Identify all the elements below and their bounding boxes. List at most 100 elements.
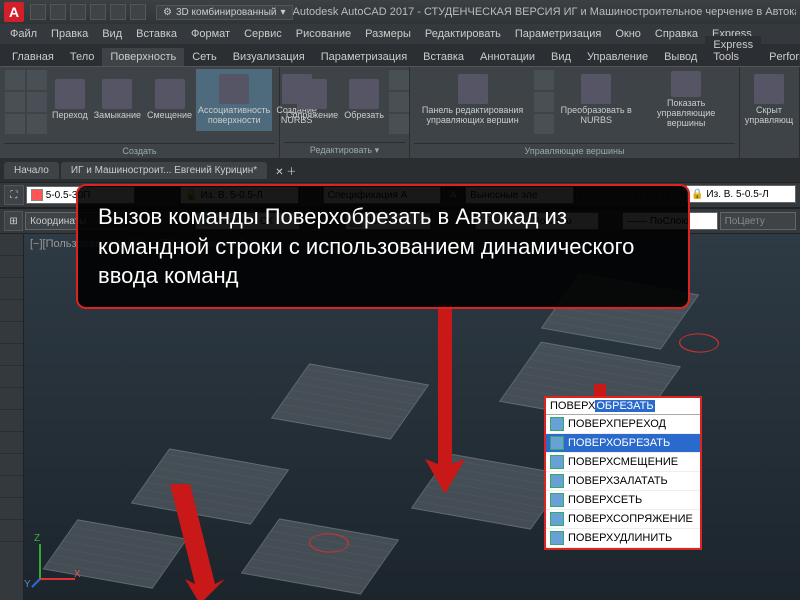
autocomplete-list: ПОВЕРХПЕРЕХОД ПОВЕРХОБРЕЗАТЬ ПОВЕРХСМЕЩЕНИ… (546, 415, 700, 548)
flyout-icon[interactable] (389, 70, 409, 90)
autocomplete-item[interactable]: ПОВЕРХСМЕЩЕНИЕ (546, 453, 700, 472)
ribbon-tab[interactable]: Performance (761, 48, 800, 66)
extend-icon[interactable] (0, 520, 23, 542)
loft-button[interactable]: Переход (50, 69, 90, 131)
flyout-icon[interactable] (534, 92, 554, 112)
item-label: ПОВЕРХСМЕЩЕНИЕ (568, 456, 678, 468)
hide-cv-button[interactable]: Скрыт управляющ (744, 69, 794, 131)
menu-параметризация[interactable]: Параметризация (509, 26, 607, 42)
copy-icon[interactable] (0, 454, 23, 476)
document-tab[interactable]: ИГ и Машиностроит... Евгений Курицин* (61, 162, 267, 179)
flyout-icon[interactable] (389, 92, 409, 112)
menu-правка[interactable]: Правка (45, 26, 94, 42)
rect-icon[interactable] (0, 322, 23, 344)
menu-размеры[interactable]: Размеры (359, 26, 417, 42)
menu-bar: ФайлПравкаВидВставкаФорматСервисРисовани… (0, 24, 800, 44)
draw-toolbar (0, 234, 24, 600)
menu-вставка[interactable]: Вставка (130, 26, 183, 42)
flyout-icon[interactable] (5, 92, 25, 112)
ribbon-tab[interactable]: Поверхность (102, 48, 184, 66)
ribbon-tab[interactable]: Вставка (415, 48, 472, 66)
ribbon-tab[interactable]: Express Tools (705, 36, 761, 66)
btn-label: Ассоциативность поверхности (198, 106, 270, 126)
ucs-x: X (74, 569, 81, 580)
offset-surface-button[interactable]: Смещение (145, 69, 194, 131)
ribbon-tab[interactable]: Тело (62, 48, 103, 66)
item-label: ПОВЕРХОБРЕЗАТЬ (568, 437, 670, 449)
fillet-button[interactable]: Сопряжение (284, 69, 340, 131)
hatch-icon[interactable] (0, 366, 23, 388)
menu-вид[interactable]: Вид (96, 26, 128, 42)
ribbon-tab[interactable]: Сеть (184, 48, 224, 66)
workspace-switcher[interactable]: ⚙ 3D комбинированный ▾ (156, 5, 293, 20)
arc-icon[interactable] (0, 300, 23, 322)
btn-label: Панель редактирования управляющих вершин (416, 106, 529, 126)
menu-окно[interactable]: Окно (609, 26, 647, 42)
ribbon-tab[interactable]: Управление (579, 48, 656, 66)
close-surface-button[interactable]: Замыкание (92, 69, 143, 131)
ribbon-tab[interactable]: Параметризация (313, 48, 415, 66)
trim-button[interactable]: Обрезать (342, 69, 386, 131)
autocomplete-item[interactable]: ПОВЕРХПЕРЕХОД (546, 415, 700, 434)
start-tab[interactable]: Начало (4, 162, 59, 179)
polyline-icon[interactable] (0, 256, 23, 278)
qat-undo-icon[interactable] (90, 4, 106, 20)
app-logo[interactable]: A (4, 2, 24, 22)
qat-print-icon[interactable] (130, 4, 146, 20)
ribbon-tab[interactable]: Вывод (656, 48, 705, 66)
autocomplete-item[interactable]: ПОВЕРХОБРЕЗАТЬ (546, 434, 700, 453)
flyout-icon[interactable] (27, 92, 47, 112)
autocomplete-item[interactable]: ПОВЕРХСОПРЯЖЕНИЕ (546, 510, 700, 529)
item-label: ПОВЕРХУДЛИНИТЬ (568, 532, 672, 544)
flyout-icon[interactable] (389, 114, 409, 134)
circle-icon[interactable] (0, 278, 23, 300)
ucs-icon[interactable]: ⊞ (4, 211, 23, 231)
ribbon-panel-edit: Сопряжение Обрезать Редактировать ▾ (280, 67, 410, 158)
qat-open-icon[interactable] (50, 4, 66, 20)
ribbon-panel-cv: Панель редактирования управляющих вершин… (410, 67, 740, 158)
flyout-icon[interactable] (27, 70, 47, 90)
show-cv-button[interactable]: Показать управляющие вершины (637, 69, 735, 131)
autocomplete-item[interactable]: ПОВЕРХЗАЛАТАТЬ (546, 472, 700, 491)
flyout-icon[interactable] (5, 70, 25, 90)
menu-справка[interactable]: Справка (649, 26, 704, 42)
dim-icon[interactable] (0, 410, 23, 432)
flyout-icon[interactable] (534, 70, 554, 90)
text-icon[interactable] (0, 388, 23, 410)
ellipse-icon[interactable] (0, 344, 23, 366)
qat-new-icon[interactable] (30, 4, 46, 20)
command-input[interactable]: ПОВЕРХОБРЕЗАТЬ (546, 398, 700, 415)
ribbon-tab[interactable]: Визуализация (225, 48, 313, 66)
flyout-icon[interactable] (534, 114, 554, 134)
ribbon-tab[interactable]: Главная (4, 48, 62, 66)
line-icon[interactable] (0, 234, 23, 256)
ribbon-tab[interactable]: Вид (543, 48, 579, 66)
menu-рисование[interactable]: Рисование (290, 26, 357, 42)
qat-save-icon[interactable] (70, 4, 86, 20)
menu-редактировать[interactable]: Редактировать (419, 26, 507, 42)
ribbon-tab[interactable]: Аннотации (472, 48, 543, 66)
layer-icon[interactable]: ⛶ (4, 185, 24, 205)
menu-файл[interactable]: Файл (4, 26, 43, 42)
plotstyle-dropdown[interactable]: ПоЦвету (720, 212, 797, 230)
quick-access-toolbar (30, 4, 146, 20)
convert-to-nurbs-button[interactable]: Преобразовать в NURBS (557, 69, 635, 131)
autocomplete-item[interactable]: ПОВЕРХУДЛИНИТЬ (546, 529, 700, 548)
dim-layer-dropdown[interactable]: 🔒Из. В. 5-0.5-Л (686, 185, 796, 203)
flyout-icon[interactable] (27, 114, 47, 134)
btn-label: Сопряжение (286, 111, 338, 121)
surface-associativity-button[interactable]: Ассоциативность поверхности (196, 69, 272, 131)
move-icon[interactable] (0, 432, 23, 454)
cv-edit-panel-button[interactable]: Панель редактирования управляющих вершин (414, 69, 531, 131)
flyout-icon[interactable] (5, 114, 25, 134)
new-tab-button[interactable]: ✕ ＋ (269, 163, 302, 178)
panel-title: Создать (4, 143, 275, 158)
rotate-icon[interactable] (0, 476, 23, 498)
menu-сервис[interactable]: Сервис (238, 26, 288, 42)
ribbon-panel-hide: Скрыт управляющ (740, 67, 800, 158)
qat-redo-icon[interactable] (110, 4, 126, 20)
autocomplete-item[interactable]: ПОВЕРХСЕТЬ (546, 491, 700, 510)
trim-icon[interactable] (0, 498, 23, 520)
panel-title: Управляющие вершины (414, 143, 735, 158)
menu-формат[interactable]: Формат (185, 26, 236, 42)
